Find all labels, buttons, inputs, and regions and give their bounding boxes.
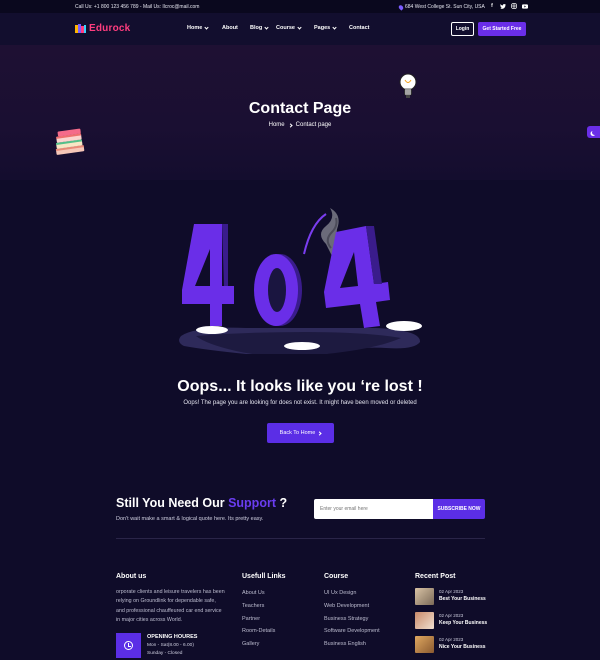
get-started-button[interactable]: Get Started Free bbox=[478, 22, 526, 36]
course-list: UI Ux Design Web Development Business St… bbox=[324, 590, 380, 654]
page-title: Contact Page bbox=[248, 100, 352, 117]
post-date: 02 Apr 2023 bbox=[439, 589, 464, 594]
nav-item-about[interactable]: About bbox=[222, 25, 250, 31]
breadcrumb-current: Contact page bbox=[295, 122, 332, 128]
nav-label: Pages bbox=[314, 25, 331, 31]
footer-link[interactable]: About Us bbox=[242, 590, 275, 603]
contact-info: Call Us: +1 800 123 456 789 - Mail Us: I… bbox=[75, 4, 200, 10]
breadcrumb: Home Contact page bbox=[0, 122, 600, 128]
top-info-bar: Call Us: +1 800 123 456 789 - Mail Us: I… bbox=[0, 0, 600, 13]
twitter-icon[interactable] bbox=[500, 3, 506, 9]
useful-links-title: Usefull Links bbox=[242, 573, 286, 580]
error-section: Oops... It looks like you ‘re lost ! Oop… bbox=[0, 180, 600, 480]
nav-label: About bbox=[222, 25, 238, 31]
post-title[interactable]: Keep Your Business bbox=[439, 620, 487, 626]
hours-sunday: Sunday - Closed bbox=[147, 651, 183, 656]
email-input[interactable] bbox=[314, 499, 433, 519]
brand-logo[interactable]: Edurock bbox=[75, 23, 130, 34]
nav-item-contact[interactable]: Contact bbox=[349, 25, 369, 31]
brand-name: Edurock bbox=[89, 23, 131, 34]
course-link[interactable]: Web Development bbox=[324, 603, 380, 616]
footer-link[interactable]: Partner bbox=[242, 616, 275, 629]
footer-link[interactable]: Teachers bbox=[242, 603, 275, 616]
404-illustration bbox=[179, 208, 422, 354]
youtube-icon[interactable] bbox=[522, 3, 528, 9]
newsletter-title: Still You Need Our Support ? bbox=[116, 496, 287, 510]
page-banner: Contact Page Home Contact page bbox=[0, 45, 600, 180]
recent-post-item[interactable]: 02 Apr 2023 Keep Your Business bbox=[415, 612, 487, 629]
dark-mode-toggle[interactable] bbox=[587, 126, 600, 138]
chevron-down-icon bbox=[264, 24, 269, 30]
breadcrumb-home[interactable]: Home bbox=[269, 122, 285, 128]
newsletter-subtitle: Don't wait make a smart & logical quote … bbox=[116, 516, 264, 522]
facebook-icon[interactable]: f bbox=[489, 3, 495, 9]
error-title: Oops... It looks like you ‘re lost ! bbox=[177, 378, 423, 395]
error-subtitle: Oops! The page you are looking for does … bbox=[183, 400, 417, 406]
back-home-button[interactable]: Back To Home bbox=[267, 423, 334, 443]
newsletter-title-end: ? bbox=[279, 496, 288, 510]
hours-weekday: Mon - Sat(8.00 - 6.00) bbox=[147, 643, 194, 648]
location-pin-icon bbox=[397, 3, 405, 11]
chevron-down-icon bbox=[332, 24, 337, 30]
about-text: orporate clients and leisure travelers h… bbox=[116, 589, 225, 623]
hours-icon-box bbox=[116, 633, 141, 658]
course-title: Course bbox=[324, 573, 349, 580]
moon-icon bbox=[592, 130, 597, 135]
main-navbar: Edurock Home About Blog Course Pages Con… bbox=[0, 13, 600, 45]
nav-item-blog[interactable]: Blog bbox=[250, 24, 276, 31]
chevron-right-icon bbox=[288, 122, 293, 128]
social-links: f bbox=[489, 3, 528, 9]
course-link[interactable]: Software Development bbox=[324, 628, 380, 641]
course-link[interactable]: UI Ux Design bbox=[324, 590, 380, 603]
course-link[interactable]: Business Strategy bbox=[324, 616, 380, 629]
post-thumbnail[interactable] bbox=[415, 588, 434, 605]
book-logo-icon bbox=[75, 24, 86, 33]
chevron-right-icon bbox=[317, 430, 322, 436]
nav-label: Contact bbox=[349, 25, 370, 31]
back-home-label: Back To Home bbox=[279, 430, 316, 436]
recent-post-title: Recent Post bbox=[415, 573, 456, 580]
useful-links-list: About Us Teachers Partner Room-Details G… bbox=[242, 590, 275, 654]
footer-link[interactable]: Room-Details bbox=[242, 628, 275, 641]
nav-item-course[interactable]: Course bbox=[276, 24, 314, 31]
nav-item-home[interactable]: Home bbox=[187, 24, 218, 31]
course-link[interactable]: Business English bbox=[324, 641, 380, 654]
recent-post-item[interactable]: 02 Apr 2023 Nice Your Business bbox=[415, 636, 486, 653]
address-text: 684 West College St. Sun City, USA bbox=[405, 4, 485, 10]
login-button[interactable]: Login bbox=[451, 22, 474, 36]
post-thumbnail[interactable] bbox=[415, 612, 434, 629]
newsletter-title-highlight: Support bbox=[228, 496, 276, 510]
post-title[interactable]: Nice Your Business bbox=[439, 644, 486, 650]
lightbulb-icon bbox=[399, 73, 417, 98]
chevron-down-icon bbox=[297, 24, 302, 30]
address: 684 West College St. Sun City, USA bbox=[397, 3, 485, 11]
post-date: 02 Apr 2023 bbox=[439, 637, 464, 642]
chevron-down-icon bbox=[204, 24, 209, 30]
recent-post-item[interactable]: 02 Apr 2023 Best Your Business bbox=[415, 588, 486, 605]
nav-item-pages[interactable]: Pages bbox=[314, 24, 349, 31]
instagram-icon[interactable] bbox=[511, 3, 517, 9]
subscribe-button[interactable]: SUBSCRIBE NOW bbox=[433, 499, 485, 519]
newsletter-title-text: Still You Need Our bbox=[116, 496, 225, 510]
hours-title: OPENING HOURES bbox=[147, 634, 198, 640]
nav-label: Blog bbox=[250, 25, 263, 31]
post-title[interactable]: Best Your Business bbox=[439, 596, 486, 602]
clock-icon bbox=[124, 641, 133, 650]
nav-label: Home bbox=[187, 25, 203, 31]
nav-menu: Home About Blog Course Pages Contact bbox=[187, 24, 369, 31]
about-title: About us bbox=[116, 573, 147, 580]
nav-label: Course bbox=[276, 25, 295, 31]
footer-divider bbox=[116, 538, 485, 539]
books-stack-icon bbox=[55, 128, 85, 155]
post-thumbnail[interactable] bbox=[415, 636, 434, 653]
post-date: 02 Apr 2023 bbox=[439, 613, 464, 618]
footer-link[interactable]: Gallery bbox=[242, 641, 275, 654]
